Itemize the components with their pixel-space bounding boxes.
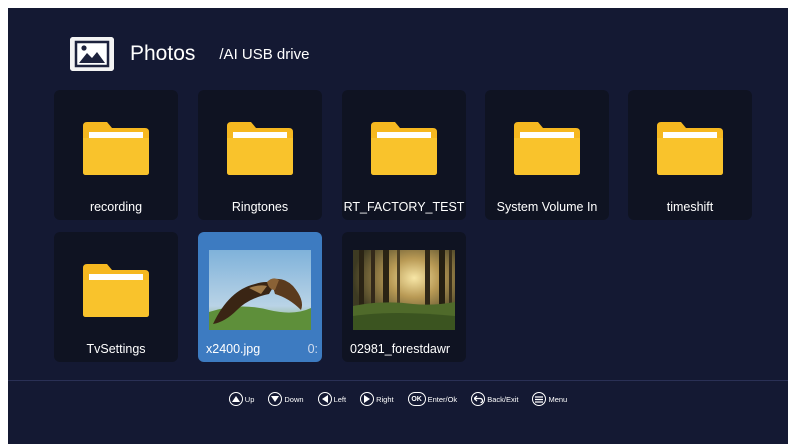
header: Photos /AI USB drive: [70, 36, 309, 72]
folder-tile-rt-factory-test[interactable]: RT_FACTORY_TEST: [342, 90, 466, 220]
file-name: x2400.jpg: [206, 342, 261, 356]
forest-photo-thumbnail: [353, 250, 455, 330]
file-name-overflow: 0:: [307, 342, 318, 356]
photos-icon: [70, 37, 114, 71]
tile-label: x2400.jpg 0:: [206, 342, 318, 356]
tile-label: RT_FACTORY_TEST: [343, 200, 465, 214]
folder-icon: [514, 122, 580, 175]
folder-tile-timeshift[interactable]: timeshift: [628, 90, 752, 220]
down-icon: [268, 392, 283, 406]
hint-label: Right: [376, 394, 394, 404]
image-tile-forest[interactable]: 02981_forestdawr: [342, 232, 466, 362]
hint-enter-ok: OK Enter/Ok: [407, 392, 458, 406]
folder-icon: [227, 122, 293, 175]
menu-icon: [532, 392, 547, 406]
hint-menu: Menu: [532, 392, 567, 406]
folder-icon: [371, 122, 437, 175]
hint-right: Right: [360, 392, 394, 406]
divider: [8, 380, 788, 381]
tile-label: System Volume In: [496, 200, 598, 214]
tile-label: recording: [89, 200, 143, 214]
folder-icon: [83, 264, 149, 317]
hint-label: Back/Exit: [487, 394, 519, 404]
tile-label: 02981_forestdawr: [350, 342, 451, 356]
remote-hints-bar: Up Down Left Right OK Enter/Ok Back/Exit…: [8, 389, 788, 409]
image-tile-eagle-selected[interactable]: x2400.jpg 0:: [198, 232, 322, 362]
hint-left: Left: [317, 392, 347, 406]
hint-up: Up: [228, 392, 255, 406]
media-browser-screen: Photos /AI USB drive recording Ringtones: [8, 8, 788, 444]
up-icon: [228, 392, 243, 406]
tile-label: TvSettings: [86, 342, 146, 356]
folder-tile-recording[interactable]: recording: [54, 90, 178, 220]
folder-tile-tvsettings[interactable]: TvSettings: [54, 232, 178, 362]
back-icon: [471, 392, 486, 406]
folder-tile-system-volume[interactable]: System Volume In: [485, 90, 609, 220]
hint-label: Up: [244, 394, 255, 404]
folder-icon: [657, 122, 723, 175]
page-title: Photos: [130, 42, 196, 65]
folder-icon: [83, 122, 149, 175]
folder-tile-ringtones[interactable]: Ringtones: [198, 90, 322, 220]
hint-label: Menu: [548, 394, 568, 404]
eagle-photo-thumbnail: [209, 250, 311, 330]
tile-label: Ringtones: [231, 200, 289, 214]
ok-icon: OK: [407, 392, 426, 406]
hint-back-exit: Back/Exit: [471, 392, 518, 406]
hint-label: Enter/Ok: [427, 394, 458, 404]
left-icon: [317, 392, 332, 406]
tile-label: timeshift: [666, 200, 714, 214]
hint-label: Down: [284, 394, 304, 404]
hint-down: Down: [268, 392, 304, 406]
hint-label: Left: [333, 394, 347, 404]
right-icon: [360, 392, 375, 406]
breadcrumb-path: /AI USB drive: [219, 45, 310, 63]
